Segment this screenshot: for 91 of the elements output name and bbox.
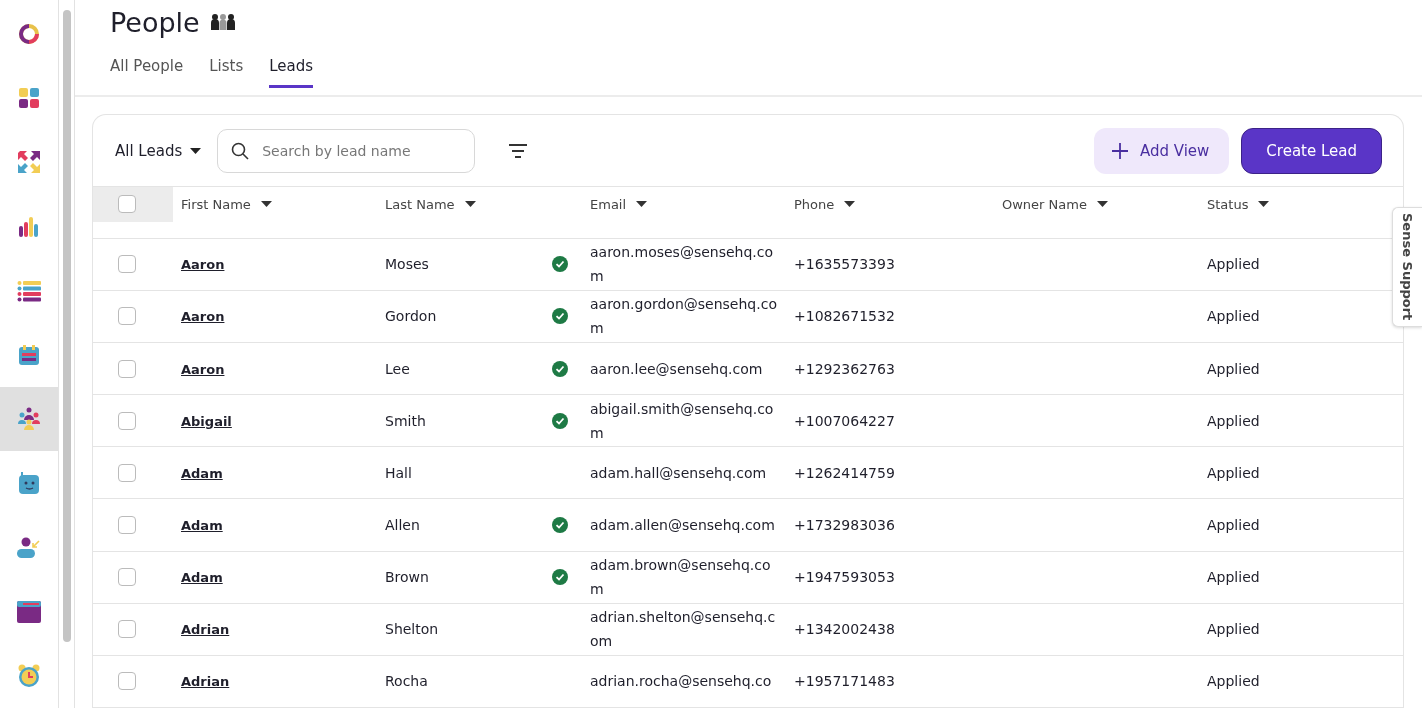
search-icon (231, 141, 250, 160)
bar-chart-icon (18, 215, 40, 238)
first-name-link[interactable]: Adam (181, 517, 223, 533)
view-dropdown[interactable]: All Leads (115, 141, 202, 160)
table-cell-text: +1635573393 (793, 256, 896, 273)
tab[interactable]: Leads (269, 51, 314, 88)
table-cell-text: Smith (384, 412, 427, 429)
table-cell-text: adrian.rocha@sensehq.co (589, 672, 773, 692)
people-icon (17, 407, 41, 432)
alarm-clock-icon (17, 663, 41, 688)
row-checkbox[interactable] (118, 255, 136, 274)
page-title: People (110, 6, 200, 38)
people-group-icon (209, 13, 236, 31)
table-cell-text: +1007064227 (793, 412, 896, 429)
sort-caret-icon (844, 201, 856, 208)
first-name-link[interactable]: Adam (181, 465, 223, 481)
arrows-icon (16, 149, 42, 176)
person-arrow-icon (17, 536, 41, 559)
support-tab[interactable]: Sense Support (1392, 207, 1422, 327)
sort-caret-icon (464, 201, 476, 208)
sort-caret-icon (1258, 201, 1270, 208)
first-name-link[interactable]: Abigail (181, 413, 232, 429)
sort-caret-icon (260, 201, 272, 208)
create-lead-button[interactable]: Create Lead (1241, 127, 1382, 174)
table-cell-text: adam.allen@sensehq.com (589, 515, 776, 535)
column-header[interactable]: First Name (181, 196, 251, 212)
filter-icon[interactable] (509, 143, 528, 158)
table-cell-text: adam.hall@sensehq.com (589, 463, 768, 483)
column-header[interactable]: Status (1207, 196, 1249, 212)
row-checkbox[interactable] (118, 620, 136, 639)
column-header[interactable]: Email (590, 196, 627, 212)
first-name-link[interactable]: Adrian (181, 622, 230, 638)
first-name-link[interactable]: Aaron (181, 361, 225, 377)
table-cell-text: Rocha (384, 673, 429, 690)
table-cell-text: +1947593053 (793, 569, 896, 586)
table-cell-text: Moses (384, 256, 430, 273)
first-name-link[interactable]: Aaron (181, 309, 225, 325)
first-name-link[interactable]: Adam (181, 570, 223, 586)
table-cell-text: Applied (1206, 516, 1261, 533)
table-cell-text: Applied (1206, 360, 1261, 377)
row-checkbox[interactable] (118, 568, 136, 587)
table-cell-text: Lee (384, 360, 411, 377)
ring-logo-icon (18, 23, 40, 46)
tab[interactable]: All People (110, 51, 184, 88)
column-header[interactable]: Last Name (385, 196, 455, 212)
calendar-icon (18, 344, 40, 367)
table-cell-text: abigail.smith@sensehq.com (589, 399, 775, 443)
first-name-link[interactable]: Aaron (181, 257, 225, 273)
row-checkbox[interactable] (118, 463, 136, 482)
table-cell-text: Gordon (384, 308, 438, 325)
table-cell-text: Applied (1206, 621, 1261, 638)
table-cell-text: Applied (1206, 464, 1261, 481)
table-cell-text: aaron.lee@sensehq.com (589, 359, 764, 379)
scrollbar-thumb[interactable] (62, 10, 71, 642)
table-cell-text: Applied (1206, 673, 1261, 690)
table-cell-text: +1342002438 (793, 621, 896, 638)
row-checkbox[interactable] (118, 515, 136, 534)
browser-window-icon (17, 600, 41, 623)
row-checkbox[interactable] (118, 672, 136, 691)
list-icon (17, 279, 41, 302)
plus-icon (1111, 142, 1128, 159)
column-header[interactable]: Owner Name (1002, 196, 1087, 212)
table-cell-text: Applied (1206, 256, 1261, 273)
table-cell-text: +1262414759 (793, 464, 896, 481)
select-all-checkbox[interactable] (118, 195, 136, 214)
table-cell-text: +1082671532 (793, 308, 896, 325)
table-cell-text: Applied (1206, 308, 1261, 325)
sort-caret-icon (1096, 201, 1108, 208)
robot-icon (18, 471, 40, 496)
dashboard-icon (18, 87, 40, 110)
table-cell-text: Hall (384, 464, 413, 481)
table-cell-text: +1957171483 (793, 673, 896, 690)
table-cell-text: aaron.gordon@sensehq.com (589, 295, 778, 339)
row-checkbox[interactable] (118, 359, 136, 378)
row-checkbox[interactable] (118, 411, 136, 430)
table-cell-text: +1732983036 (793, 516, 896, 533)
row-checkbox[interactable] (118, 307, 136, 326)
table-cell-text: Brown (384, 569, 430, 586)
column-header[interactable]: Phone (794, 196, 835, 212)
tab[interactable]: Lists (209, 51, 244, 88)
add-view-button[interactable]: Add View (1093, 127, 1230, 174)
table-cell-text: +1292362763 (793, 360, 896, 377)
table-cell-text: adrian.shelton@sensehq.com (589, 608, 777, 652)
search-field[interactable]: Search by lead name (217, 128, 476, 173)
table-cell-text: Applied (1206, 569, 1261, 586)
table-cell-text: Shelton (384, 621, 440, 638)
table-cell-text: Allen (384, 516, 421, 533)
caret-icon (190, 147, 202, 154)
table-cell-text: Applied (1206, 412, 1261, 429)
first-name-link[interactable]: Adrian (181, 674, 230, 690)
sort-caret-icon (636, 201, 648, 208)
